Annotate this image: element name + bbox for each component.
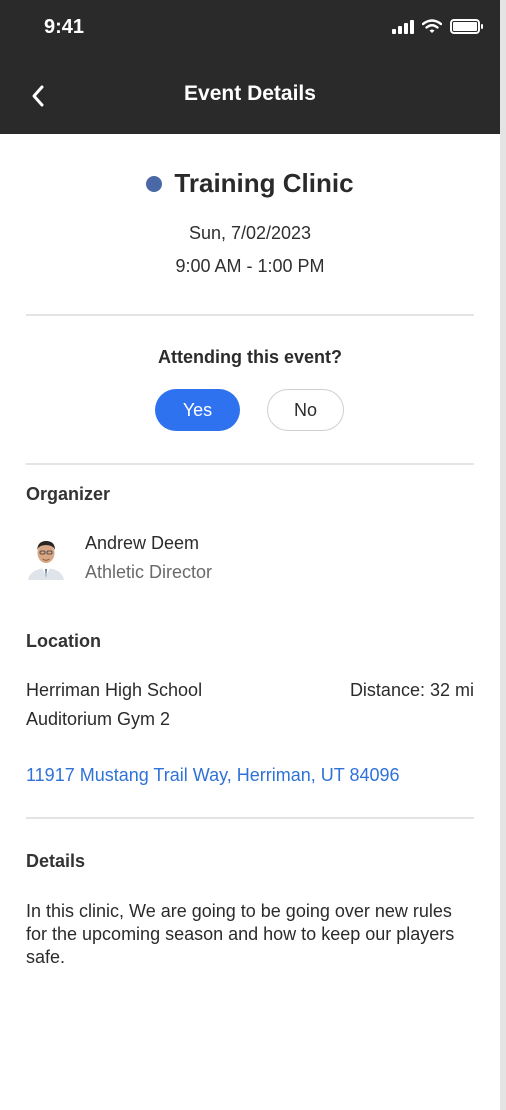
details-heading: Details <box>26 851 86 871</box>
divider <box>26 314 474 316</box>
event-date: Sun, 7/02/2023 <box>188 223 312 243</box>
page-title: Event Details <box>184 82 316 105</box>
top-bar: 9:41 Event Details <box>0 0 500 134</box>
organizer-heading: Organizer <box>26 484 111 504</box>
location-heading: Location <box>26 631 101 651</box>
location-place: Herriman High School <box>26 680 203 700</box>
event-time-range: 9:00 AM - 1:00 PM <box>175 256 325 276</box>
divider <box>26 817 474 819</box>
event-color-dot <box>146 175 163 192</box>
attend-yes-button[interactable]: Yes <box>155 389 240 431</box>
status-time: 9:41 <box>44 16 85 38</box>
event-header: Training Clinic Sun, 7/02/2023 9:00 AM -… <box>0 168 500 277</box>
divider <box>26 463 474 465</box>
scrollbar-track[interactable] <box>500 0 506 1110</box>
attendance-question: Attending this event? <box>158 347 342 367</box>
avatar[interactable] <box>26 536 66 580</box>
location-distance: Distance: 32 mi <box>349 680 474 700</box>
organizer-name: Andrew Deem <box>85 533 200 553</box>
organizer-role: Athletic Director <box>85 562 213 582</box>
event-title-row: Training Clinic <box>0 168 500 199</box>
details-text: In this clinic, We are going to be going… <box>26 901 455 967</box>
event-details-screen: 9:41 Event Details Training Clinic Sun, … <box>0 0 500 1110</box>
status-icons <box>392 19 483 34</box>
battery-icon <box>450 19 483 34</box>
attend-no-button[interactable]: No <box>267 389 344 431</box>
location-room: Auditorium Gym 2 <box>26 709 171 729</box>
address-link[interactable]: 11917 Mustang Trail Way, Herriman, UT 84… <box>26 765 400 786</box>
cellular-signal-icon <box>392 19 414 34</box>
event-title: Training Clinic <box>174 168 354 198</box>
wifi-icon <box>422 19 442 33</box>
